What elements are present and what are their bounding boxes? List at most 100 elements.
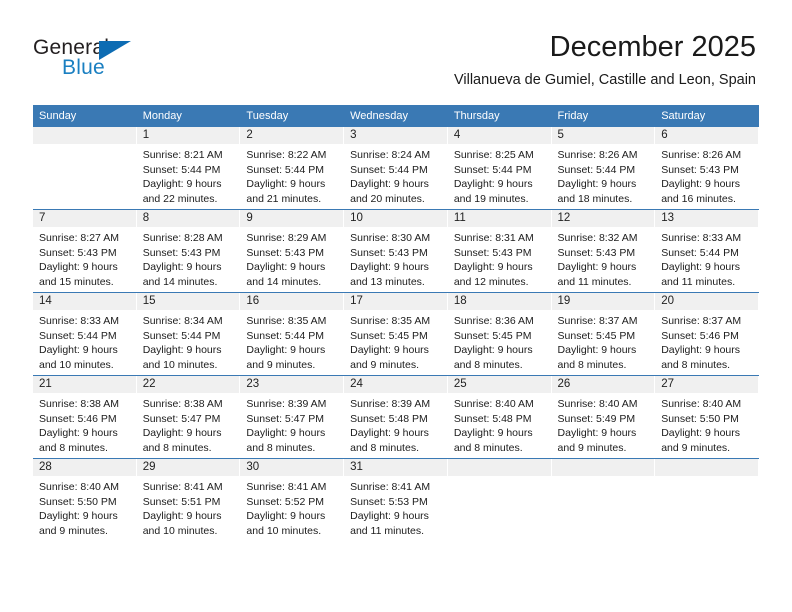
day-number [655, 459, 759, 476]
calendar-day-cell[interactable]: 27 Sunrise: 8:40 AM Sunset: 5:50 PM Dayligh… [655, 375, 759, 459]
calendar-day-cell[interactable]: 28 Sunrise: 8:40 AM Sunset: 5:50 PM Dayligh… [33, 458, 137, 541]
day-daylight-line: Daylight: 9 hours [350, 178, 429, 191]
day-details: Sunrise: 8:21 AM Sunset: 5:44 PM Daylight:… [137, 144, 241, 206]
calendar-day-cell[interactable]: 12 Sunrise: 8:32 AM Sunset: 5:43 PM Dayligh… [551, 209, 656, 293]
day-cell-content: 10 Sunrise: 8:30 AM Sunset: 5:43 PM Dayligh… [344, 210, 448, 292]
weekday-header-friday: Friday [551, 105, 656, 127]
day-daylight-line: Daylight: 9 hours [246, 427, 326, 440]
day-details: Sunrise: 8:41 AM Sunset: 5:52 PM Daylight:… [240, 476, 344, 538]
day-number: 22 [136, 376, 241, 393]
day-daylight-line: Daylight: 9 hours [246, 261, 326, 274]
calendar-day-cell[interactable]: 5 Sunrise: 8:26 AM Sunset: 5:44 PM Daylight… [551, 127, 656, 210]
day-daylight-line: Daylight: 9 hours [246, 344, 326, 357]
day-daylight-line: Daylight: 9 hours [246, 178, 326, 191]
day-cell-content [447, 459, 552, 541]
day-daylight-line: and 10 minutes. [246, 524, 322, 537]
day-number: 13 [655, 210, 759, 227]
day-sunset-line: Sunset: 5:44 PM [246, 163, 325, 176]
calendar-day-cell[interactable]: 24 Sunrise: 8:39 AM Sunset: 5:48 PM Dayligh… [344, 375, 448, 459]
day-sunset-line: Sunset: 5:43 PM [39, 246, 117, 259]
day-number: 18 [447, 293, 552, 310]
calendar-day-cell[interactable]: 21 Sunrise: 8:38 AM Sunset: 5:46 PM Dayligh… [33, 375, 137, 459]
day-details: Sunrise: 8:40 AM Sunset: 5:50 PM Daylight:… [655, 393, 759, 455]
calendar-day-cell[interactable] [447, 458, 552, 541]
day-cell-content: 27 Sunrise: 8:40 AM Sunset: 5:50 PM Dayligh… [655, 376, 759, 458]
calendar-day-cell[interactable]: 20 Sunrise: 8:37 AM Sunset: 5:46 PM Dayligh… [655, 292, 759, 376]
day-sunrise-line: Sunrise: 8:40 AM [453, 398, 534, 410]
calendar-day-cell[interactable]: 13 Sunrise: 8:33 AM Sunset: 5:44 PM Dayligh… [655, 209, 759, 293]
general-blue-logo[interactable]: General Blue [33, 36, 233, 82]
calendar-day-cell[interactable]: 9 Sunrise: 8:29 AM Sunset: 5:43 PM Daylight… [240, 209, 345, 293]
day-number: 31 [344, 459, 448, 476]
calendar-day-cell[interactable]: 8 Sunrise: 8:28 AM Sunset: 5:43 PM Daylight… [136, 209, 241, 293]
calendar-day-cell[interactable]: 15 Sunrise: 8:34 AM Sunset: 5:44 PM Dayligh… [136, 292, 241, 376]
day-number: 27 [655, 376, 759, 393]
day-daylight-line: Daylight: 9 hours [350, 427, 429, 440]
calendar-day-cell[interactable]: 17 Sunrise: 8:35 AM Sunset: 5:45 PM Dayligh… [344, 292, 448, 376]
calendar-day-cell[interactable]: 4 Sunrise: 8:25 AM Sunset: 5:44 PM Daylight… [447, 127, 552, 210]
day-sunset-line: Sunset: 5:44 PM [350, 163, 428, 176]
calendar-day-cell[interactable]: 11 Sunrise: 8:31 AM Sunset: 5:43 PM Dayligh… [447, 209, 552, 293]
day-daylight-line: and 16 minutes. [661, 192, 736, 205]
calendar-day-cell[interactable]: 31 Sunrise: 8:41 AM Sunset: 5:53 PM Dayligh… [344, 458, 448, 541]
day-sunrise-line: Sunrise: 8:35 AM [246, 315, 327, 327]
day-number: 10 [344, 210, 448, 227]
calendar-day-cell[interactable]: 22 Sunrise: 8:38 AM Sunset: 5:47 PM Dayligh… [136, 375, 241, 459]
calendar-day-cell[interactable]: 1 Sunrise: 8:21 AM Sunset: 5:44 PM Daylight… [136, 127, 241, 210]
calendar-day-cell[interactable]: 23 Sunrise: 8:39 AM Sunset: 5:47 PM Dayligh… [240, 375, 345, 459]
day-daylight-line: Daylight: 9 hours [39, 344, 118, 357]
calendar-day-cell[interactable]: 25 Sunrise: 8:40 AM Sunset: 5:48 PM Dayligh… [447, 375, 552, 459]
day-details [33, 144, 137, 148]
day-sunset-line: Sunset: 5:45 PM [350, 329, 428, 342]
calendar-week-row: 28 Sunrise: 8:40 AM Sunset: 5:50 PM Dayligh… [33, 458, 759, 541]
day-details: Sunrise: 8:38 AM Sunset: 5:46 PM Daylight:… [33, 393, 137, 455]
day-daylight-line: and 14 minutes. [142, 275, 218, 288]
day-details [552, 476, 656, 480]
day-details: Sunrise: 8:40 AM Sunset: 5:48 PM Daylight:… [448, 393, 552, 455]
day-details: Sunrise: 8:31 AM Sunset: 5:43 PM Daylight:… [448, 227, 552, 289]
calendar-day-cell[interactable]: 26 Sunrise: 8:40 AM Sunset: 5:49 PM Dayligh… [551, 375, 656, 459]
day-daylight-line: and 8 minutes. [39, 441, 108, 454]
calendar-day-cell[interactable] [33, 127, 137, 210]
day-sunrise-line: Sunrise: 8:33 AM [661, 232, 742, 244]
calendar-day-cell[interactable]: 18 Sunrise: 8:36 AM Sunset: 5:45 PM Dayligh… [447, 292, 552, 376]
calendar-day-cell[interactable]: 2 Sunrise: 8:22 AM Sunset: 5:44 PM Daylight… [240, 127, 345, 210]
day-daylight-line: and 21 minutes. [246, 192, 322, 205]
day-sunset-line: Sunset: 5:43 PM [661, 163, 739, 176]
day-details: Sunrise: 8:35 AM Sunset: 5:44 PM Daylight:… [240, 310, 344, 372]
day-details: Sunrise: 8:26 AM Sunset: 5:44 PM Daylight:… [552, 144, 656, 206]
calendar-day-cell[interactable]: 30 Sunrise: 8:41 AM Sunset: 5:52 PM Dayligh… [240, 458, 345, 541]
day-sunrise-line: Sunrise: 8:37 AM [661, 315, 742, 327]
day-sunset-line: Sunset: 5:45 PM [453, 329, 532, 342]
day-cell-content: 1 Sunrise: 8:21 AM Sunset: 5:44 PM Daylight… [136, 127, 241, 209]
day-number: 17 [344, 293, 448, 310]
day-cell-content: 18 Sunrise: 8:36 AM Sunset: 5:45 PM Dayligh… [447, 293, 552, 375]
weekday-header-thursday: Thursday [447, 105, 552, 127]
day-sunrise-line: Sunrise: 8:38 AM [142, 398, 223, 410]
day-number: 14 [33, 293, 137, 310]
calendar-day-cell[interactable]: 14 Sunrise: 8:33 AM Sunset: 5:44 PM Dayligh… [33, 292, 137, 376]
calendar-day-cell[interactable]: 16 Sunrise: 8:35 AM Sunset: 5:44 PM Dayligh… [240, 292, 345, 376]
calendar-day-cell[interactable] [551, 458, 656, 541]
day-number: 11 [447, 210, 552, 227]
calendar-day-cell[interactable] [655, 458, 759, 541]
day-number: 4 [447, 127, 552, 144]
day-daylight-line: Daylight: 9 hours [142, 178, 222, 191]
day-details: Sunrise: 8:33 AM Sunset: 5:44 PM Daylight:… [655, 227, 759, 289]
calendar-day-cell[interactable]: 3 Sunrise: 8:24 AM Sunset: 5:44 PM Daylight… [344, 127, 448, 210]
day-sunset-line: Sunset: 5:46 PM [39, 412, 117, 425]
day-sunrise-line: Sunrise: 8:33 AM [39, 315, 119, 327]
calendar-day-cell[interactable]: 29 Sunrise: 8:41 AM Sunset: 5:51 PM Dayligh… [136, 458, 241, 541]
day-details: Sunrise: 8:25 AM Sunset: 5:44 PM Daylight:… [448, 144, 552, 206]
calendar-day-cell[interactable]: 6 Sunrise: 8:26 AM Sunset: 5:43 PM Daylight… [655, 127, 759, 210]
calendar-day-cell[interactable]: 10 Sunrise: 8:30 AM Sunset: 5:43 PM Dayligh… [344, 209, 448, 293]
day-daylight-line: Daylight: 9 hours [142, 510, 222, 523]
calendar-day-cell[interactable]: 7 Sunrise: 8:27 AM Sunset: 5:43 PM Daylight… [33, 209, 137, 293]
day-daylight-line: and 8 minutes. [350, 441, 419, 454]
calendar-day-cell[interactable]: 19 Sunrise: 8:37 AM Sunset: 5:45 PM Dayligh… [551, 292, 656, 376]
day-cell-content: 21 Sunrise: 8:38 AM Sunset: 5:46 PM Dayligh… [33, 376, 137, 458]
day-daylight-line: Daylight: 9 hours [557, 261, 637, 274]
day-sunrise-line: Sunrise: 8:41 AM [350, 481, 431, 493]
day-cell-content: 5 Sunrise: 8:26 AM Sunset: 5:44 PM Daylight… [551, 127, 656, 209]
day-daylight-line: and 9 minutes. [246, 358, 316, 371]
